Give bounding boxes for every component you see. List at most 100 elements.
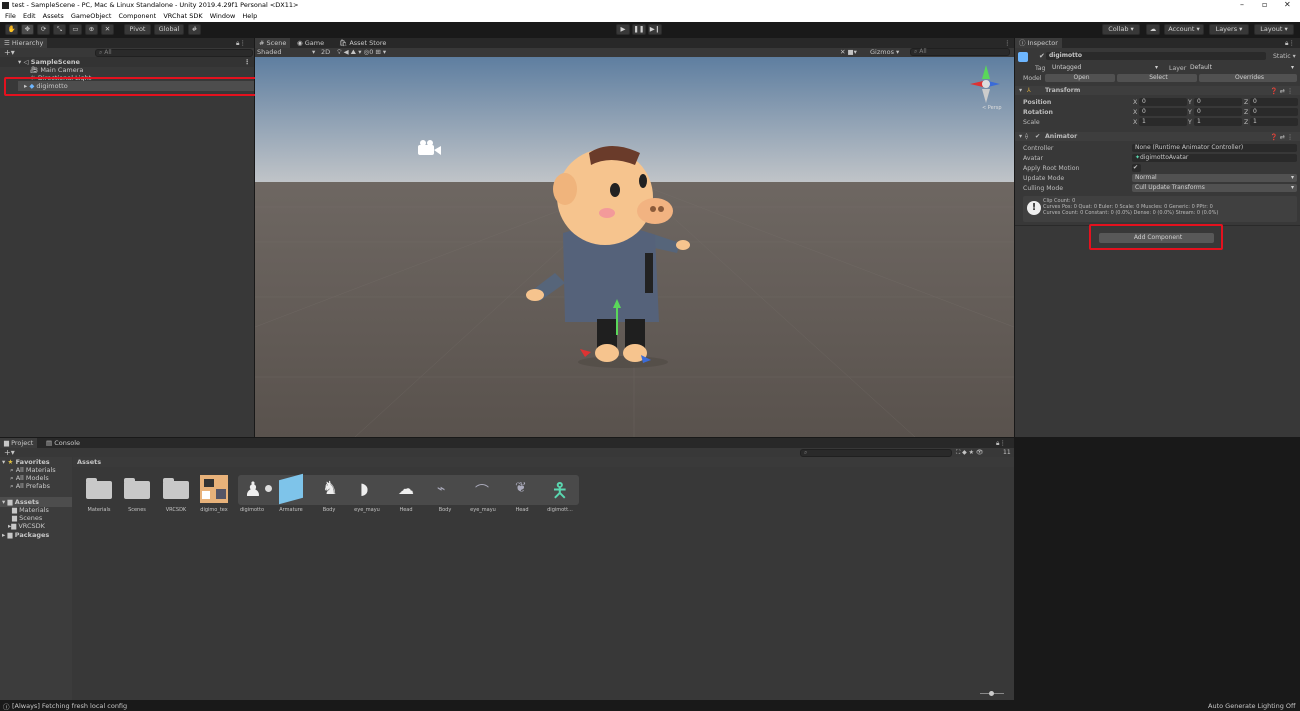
tag-dropdown[interactable]: Untagged ▾ [1049, 64, 1161, 72]
culling-mode-label: Culling Mode [1023, 185, 1064, 192]
tab-hierarchy[interactable]: ☰ Hierarchy [0, 38, 48, 48]
position-z-field[interactable]: 0 [1250, 98, 1298, 106]
pause-button[interactable]: ❚❚ [632, 24, 646, 35]
rotation-x-field[interactable]: 0 [1139, 108, 1187, 116]
menu-vrchat-sdk[interactable]: VRChat SDK [163, 12, 202, 20]
play-button[interactable]: ▶ [616, 24, 630, 35]
pivot-toggle[interactable]: Pivot [124, 24, 151, 35]
close-button[interactable]: ✕ [1284, 0, 1291, 9]
menu-help[interactable]: Help [242, 12, 257, 20]
scene-menu-icon[interactable]: ⋮ [1004, 38, 1011, 48]
open-button[interactable]: Open [1045, 74, 1115, 82]
avatar-field[interactable]: ✦digimottoAvatar [1132, 154, 1297, 162]
apply-root-motion-checkbox[interactable]: ✔ [1132, 164, 1141, 172]
packages-folder[interactable]: ▸ ▆ Packages [2, 530, 49, 540]
controller-label: Controller [1023, 145, 1054, 152]
scale-tool-icon[interactable]: ⤡ [53, 24, 66, 35]
select-button[interactable]: Select [1117, 74, 1197, 82]
account-dropdown[interactable]: Account ▾ [1164, 24, 1204, 35]
menu-window[interactable]: Window [210, 12, 236, 20]
breadcrumb-bar: Assets [73, 457, 1014, 467]
layer-dropdown[interactable]: Default ▾ [1187, 64, 1297, 72]
position-y-field[interactable]: 0 [1194, 98, 1242, 106]
filter-icons[interactable]: ⛶ ◆ ★ 👁︎ [956, 449, 984, 457]
minimize-button[interactable]: – [1240, 0, 1244, 9]
hand-tool-icon[interactable]: ✋ [5, 24, 18, 35]
rotation-label: Rotation [1023, 109, 1053, 116]
controller-field[interactable]: None (Runtime Animator Controller) [1132, 144, 1297, 152]
layout-dropdown[interactable]: Layout ▾ [1254, 24, 1294, 35]
rotate-tool-icon[interactable]: ⟳ [37, 24, 50, 35]
static-dropdown[interactable]: Static ▾ [1273, 53, 1296, 60]
scene-view-options-icons[interactable]: 💡︎ ◀︎ ⛰︎ ▾ ◎0 ⊞ ▾ [337, 48, 386, 57]
animator-info-box: ! Clip Count: 0 Curves Pos: 0 Quat: 0 Eu… [1023, 196, 1297, 222]
hierarchy-header: ☰ Hierarchy 🔒︎⋮ [0, 38, 254, 48]
collab-dropdown[interactable]: Collab ▾ [1102, 24, 1140, 35]
rotation-z-field[interactable]: 0 [1250, 108, 1298, 116]
chevron-down-icon: ▾ [1290, 64, 1294, 71]
shading-mode-dropdown[interactable]: Shaded [257, 48, 281, 56]
move-tool-icon[interactable]: ✥ [21, 24, 34, 35]
tab-console[interactable]: ▤ Console [42, 438, 84, 448]
maximize-button[interactable]: ▫ [1262, 0, 1267, 9]
menu-assets[interactable]: Assets [43, 12, 64, 20]
inspector-lock-icon[interactable]: 🔒︎⋮ [1285, 38, 1295, 48]
active-checkbox[interactable]: ✔ [1039, 52, 1045, 60]
animator-header[interactable]: ▾ ⟠ ✔ Animator ❓ ⇄ ⋮ [1015, 132, 1300, 141]
favorite-all-prefabs[interactable]: ⌕ All Prefabs [10, 481, 50, 491]
breadcrumb[interactable]: Assets [77, 458, 101, 466]
lighting-status[interactable]: Auto Generate Lighting Off [1208, 702, 1296, 710]
2d-toggle[interactable]: 2D [321, 48, 330, 56]
scale-y-field[interactable]: 1 [1194, 118, 1242, 126]
create-plus-icon[interactable]: +▾ [4, 48, 15, 57]
step-button[interactable]: ▶❙ [648, 24, 662, 35]
tab-inspector[interactable]: ⓘ Inspector [1015, 38, 1062, 48]
lock-icon[interactable]: 🔒︎⋮ [236, 38, 246, 48]
project-search[interactable]: ⌕ [800, 449, 952, 457]
transform-tool-icon[interactable]: ⊕ [85, 24, 98, 35]
gizmos-dropdown[interactable]: Gizmos ▾ [870, 48, 899, 56]
animator-enabled-checkbox[interactable]: ✔ [1035, 133, 1040, 140]
component-help-icon[interactable]: ❓ ⇄ ⋮ [1270, 133, 1293, 141]
zoom-slider-handle[interactable] [989, 691, 994, 696]
scene-search[interactable]: ⌕ All [910, 48, 1010, 56]
global-toggle[interactable]: Global [154, 24, 184, 35]
menu-gameobject[interactable]: GameObject [71, 12, 112, 20]
snap-icon[interactable]: # [188, 24, 201, 35]
create-plus-icon[interactable]: +▾ [4, 448, 15, 457]
layers-dropdown[interactable]: Layers ▾ [1209, 24, 1249, 35]
menu-file[interactable]: File [5, 12, 16, 20]
update-mode-dropdown[interactable]: Normal ▾ [1132, 174, 1297, 182]
overrides-dropdown[interactable]: Overrides [1199, 74, 1297, 82]
status-message[interactable]: [Always] Fetching fresh local config [12, 702, 127, 710]
custom-tool-icon[interactable]: ✕ [101, 24, 114, 35]
hierarchy-search[interactable]: ⌕ All [95, 49, 253, 57]
project-lock-icon[interactable]: 🔒︎⋮ [996, 438, 1006, 448]
object-name-field[interactable]: digimotto [1046, 52, 1266, 60]
transform-header[interactable]: ▾ ⅄ Transform ❓ ⇄ ⋮ [1015, 86, 1300, 95]
component-help-icon[interactable]: ❓ ⇄ ⋮ [1270, 87, 1293, 95]
tab-game[interactable]: ◉ Game [293, 38, 328, 48]
position-x-field[interactable]: 0 [1139, 98, 1187, 106]
cloud-icon[interactable]: ☁ [1146, 24, 1160, 35]
info-icon: ! [1027, 201, 1041, 215]
tab-scene[interactable]: # Scene [255, 38, 291, 48]
mesh-icon: ☁ [398, 479, 414, 498]
menu-edit[interactable]: Edit [23, 12, 36, 20]
rotation-y-field[interactable]: 0 [1194, 108, 1242, 116]
scene-menu-icon[interactable]: ⋮ [244, 57, 251, 67]
rect-tool-icon[interactable]: ▭ [69, 24, 82, 35]
scale-x-field[interactable]: 1 [1139, 118, 1187, 126]
scene-viewport[interactable]: < Persp [255, 57, 1014, 437]
culling-mode-dropdown[interactable]: Cull Update Transforms ▾ [1132, 184, 1297, 192]
chevron-down-icon: ▾ [1154, 64, 1158, 71]
tab-asset-store[interactable]: 🛍︎ Asset Store [335, 38, 390, 48]
scale-z-field[interactable]: 1 [1250, 118, 1298, 126]
shading-dropdown-arrow-icon[interactable]: ▾ [312, 48, 315, 56]
scene-tools-icon[interactable]: ✕ ■▾ [840, 48, 857, 56]
perspective-label[interactable]: < Persp [982, 105, 1002, 111]
tab-project[interactable]: ▆ Project [0, 438, 38, 448]
x-label: X [1133, 109, 1138, 116]
expand-arrow-icon[interactable] [265, 485, 272, 492]
menu-component[interactable]: Component [118, 12, 156, 20]
